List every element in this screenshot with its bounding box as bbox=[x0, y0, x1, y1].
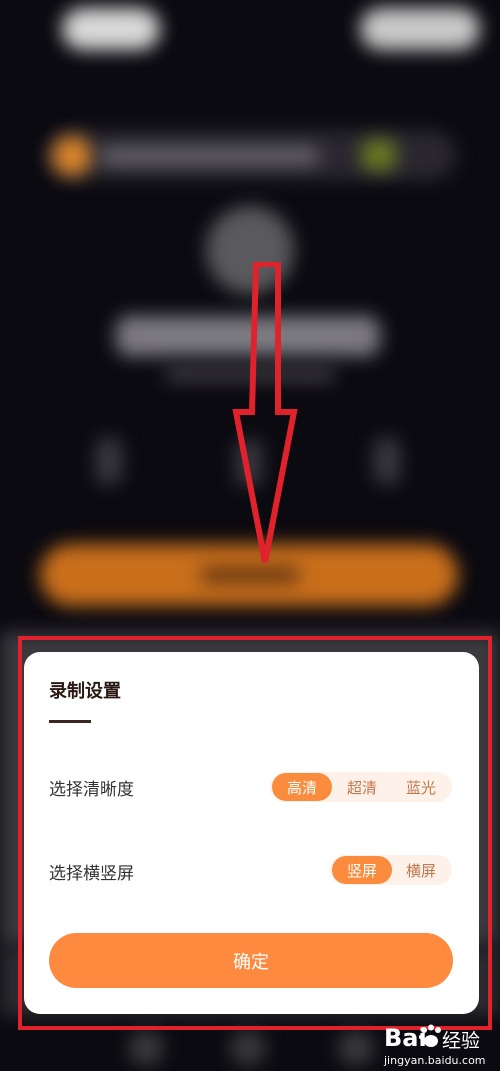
orientation-option-portrait[interactable]: 竖屏 bbox=[332, 856, 392, 884]
background-feature-1 bbox=[96, 438, 122, 484]
dialog-title: 录制设置 bbox=[49, 681, 121, 702]
bottom-nav-item-2 bbox=[230, 1030, 266, 1066]
resolution-segmented-control: 高清 超清 蓝光 bbox=[270, 772, 452, 802]
watermark-logo-suffix: 经验 bbox=[442, 1030, 481, 1052]
resolution-label: 选择清晰度 bbox=[49, 780, 134, 800]
orientation-option-landscape[interactable]: 横屏 bbox=[392, 856, 450, 884]
background-start-button-label bbox=[200, 566, 300, 584]
confirm-button[interactable]: 确定 bbox=[49, 933, 453, 988]
status-bar-left bbox=[62, 8, 160, 50]
resolution-option-hd[interactable]: 高清 bbox=[272, 773, 332, 801]
title-underline bbox=[49, 720, 91, 723]
bottom-nav-item-3 bbox=[338, 1030, 374, 1066]
status-bar-right bbox=[360, 8, 480, 50]
orientation-label: 选择横竖屏 bbox=[49, 864, 134, 884]
paw-icon bbox=[418, 1024, 441, 1047]
orientation-segmented-control: 竖屏 横屏 bbox=[330, 855, 452, 885]
banner-text bbox=[100, 148, 320, 164]
banner-icon bbox=[52, 136, 92, 176]
watermark-url: jingyan.baidu.com bbox=[384, 1054, 486, 1067]
annotation-arrow-down-icon bbox=[232, 262, 298, 563]
bottom-nav-item-1 bbox=[128, 1030, 164, 1066]
resolution-option-bluray[interactable]: 蓝光 bbox=[392, 773, 450, 801]
banner-chip bbox=[362, 140, 396, 170]
recording-settings-dialog: 录制设置 选择清晰度 高清 超清 蓝光 选择横竖屏 竖屏 横屏 确定 bbox=[24, 652, 479, 1014]
baidu-jingyan-watermark: Bai 经验 jingyan.baidu.com bbox=[384, 1024, 496, 1070]
background-feature-3 bbox=[374, 438, 400, 484]
resolution-option-super-hd[interactable]: 超清 bbox=[332, 773, 392, 801]
